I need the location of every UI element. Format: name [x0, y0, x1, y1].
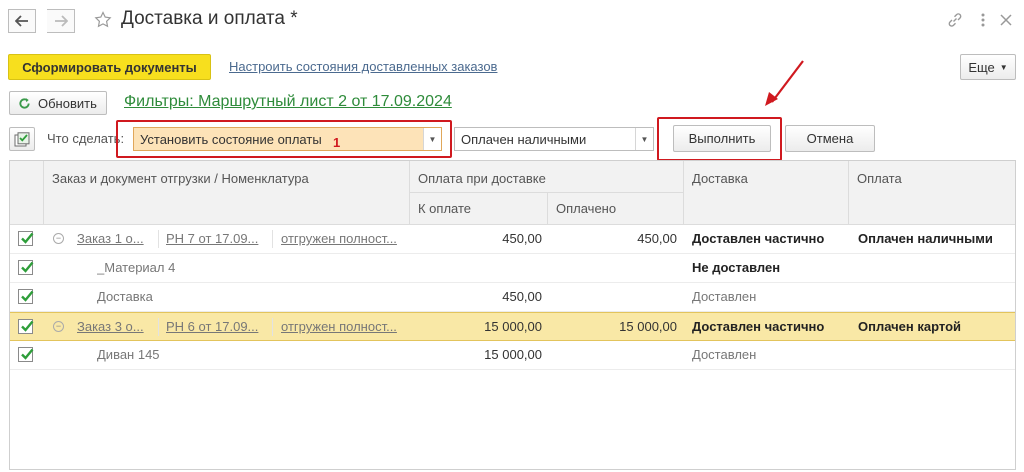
generate-documents-button[interactable]: Сформировать документы	[8, 54, 211, 80]
header-checkbox-column	[10, 161, 44, 225]
paid-cell: 15 000,00	[619, 319, 677, 334]
more-vertical-icon[interactable]	[974, 11, 992, 29]
header-to-pay[interactable]: К оплате	[410, 193, 548, 225]
paid-cell	[548, 283, 677, 311]
payment-cell	[858, 341, 1013, 369]
cancel-button[interactable]: Отмена	[785, 125, 875, 152]
row-checkbox[interactable]	[18, 319, 34, 334]
order-link[interactable]: Заказ 3 о...	[77, 313, 157, 341]
payment-state-select[interactable]: Оплачен наличными ▼	[454, 127, 654, 151]
checkmark-icon	[21, 348, 34, 360]
table-row[interactable]: Доставка 450,00 Доставлен	[10, 283, 1015, 312]
shipment-doc-link[interactable]: РН 6 от 17.09...	[166, 313, 271, 341]
checkmark-icon	[21, 232, 34, 244]
payment-cell	[858, 254, 1013, 282]
row-checkbox[interactable]	[18, 260, 34, 275]
item-name-cell: Диван 145	[97, 347, 160, 362]
close-icon[interactable]	[997, 11, 1015, 29]
payment-state-value: Оплачен наличными	[461, 131, 587, 147]
orders-table: Заказ и документ отгрузки / Номенклатура…	[9, 160, 1016, 470]
arrow-right-icon	[54, 15, 68, 27]
delivery-cell: Доставлен частично	[692, 231, 825, 246]
header-delivery[interactable]: Доставка	[684, 161, 849, 225]
favorite-star-icon[interactable]	[93, 9, 113, 31]
action-select[interactable]: Установить состояние оплаты ▼	[133, 127, 442, 151]
dropdown-arrow-icon[interactable]: ▼	[635, 128, 653, 150]
select-all-button[interactable]	[9, 127, 35, 151]
table-row-selected[interactable]: − Заказ 3 о... РН 6 от 17.09... отгружен…	[10, 312, 1015, 341]
refresh-icon	[19, 97, 30, 109]
checkmark-icon	[21, 290, 34, 302]
order-link[interactable]: Заказ 1 о...	[77, 225, 157, 253]
table-row[interactable]: Диван 145 15 000,00 Доставлен	[10, 341, 1015, 370]
forward-button[interactable]	[47, 9, 75, 33]
checkmark-icon	[21, 320, 34, 332]
window-title: Доставка и оплата *	[121, 8, 298, 29]
header-payment-on-delivery: Оплата при доставке	[410, 161, 684, 193]
configure-delivered-states-link[interactable]: Настроить состояния доставленных заказов	[229, 59, 497, 74]
paid-cell	[548, 254, 677, 282]
row-checkbox[interactable]	[18, 289, 34, 304]
item-name-cell: Доставка	[97, 289, 153, 304]
action-select-value: Установить состояние оплаты	[140, 131, 322, 147]
collapse-icon[interactable]: −	[53, 321, 64, 332]
payment-cell	[858, 283, 1013, 311]
header-payment[interactable]: Оплата	[849, 161, 1015, 225]
to-pay-cell: 15 000,00	[484, 347, 542, 362]
checkmark-icon	[21, 261, 34, 273]
shipment-state-link[interactable]: отгружен полност...	[281, 313, 406, 341]
delivery-cell: Доставлен	[692, 347, 757, 362]
filters-link[interactable]: Фильтры: Маршрутный лист 2 от 17.09.2024	[124, 93, 452, 111]
more-button-label: Еще	[968, 59, 995, 75]
refresh-button[interactable]: Обновить	[9, 91, 107, 115]
annotation-number: 1	[333, 135, 341, 150]
payment-cell: Оплачен картой	[858, 319, 962, 334]
shipment-doc-link[interactable]: РН 7 от 17.09...	[166, 225, 271, 253]
refresh-label: Обновить	[38, 95, 97, 111]
execute-button[interactable]: Выполнить	[673, 125, 771, 152]
header-order[interactable]: Заказ и документ отгрузки / Номенклатура	[44, 161, 410, 225]
paid-cell: 450,00	[637, 231, 677, 246]
item-name-cell: _Материал 4	[97, 260, 176, 275]
delivery-cell: Доставлен частично	[692, 319, 825, 334]
collapse-icon[interactable]: −	[53, 233, 64, 244]
table-row[interactable]: − Заказ 1 о... РН 7 от 17.09... отгружен…	[10, 225, 1015, 254]
to-pay-cell: 15 000,00	[484, 319, 542, 334]
shipment-state-link[interactable]: отгружен полност...	[281, 225, 406, 253]
row-checkbox[interactable]	[18, 231, 34, 246]
link-icon[interactable]	[946, 11, 964, 29]
what-to-do-label: Что сделать:	[47, 131, 125, 146]
to-pay-cell: 450,00	[502, 289, 542, 304]
row-checkbox[interactable]	[18, 347, 34, 362]
checklist-icon	[14, 131, 30, 146]
delivery-cell: Не доставлен	[692, 260, 781, 275]
chevron-down-icon: ▼	[999, 62, 1008, 72]
to-pay-cell	[410, 254, 542, 282]
header-paid[interactable]: Оплачено	[548, 193, 684, 225]
delivery-cell: Доставлен	[692, 289, 757, 304]
dropdown-arrow-icon[interactable]: ▼	[423, 128, 441, 150]
table-row[interactable]: _Материал 4 Не доставлен	[10, 254, 1015, 283]
payment-cell: Оплачен наличными	[858, 231, 993, 246]
arrow-left-icon	[15, 15, 28, 27]
paid-cell	[548, 341, 677, 369]
back-button[interactable]	[8, 9, 36, 33]
annotation-arrow-icon	[765, 60, 804, 106]
to-pay-cell: 450,00	[502, 231, 542, 246]
more-button[interactable]: Еще ▼	[960, 54, 1016, 80]
